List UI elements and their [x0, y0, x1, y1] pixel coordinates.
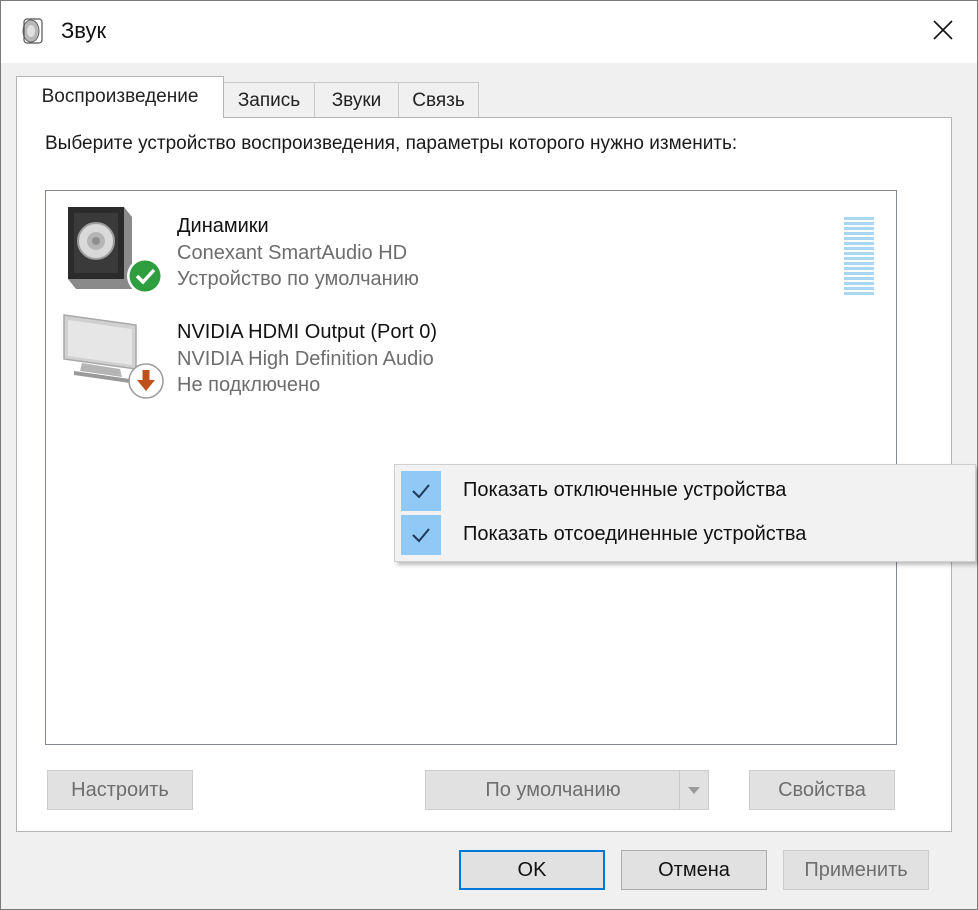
- properties-button[interactable]: Свойства: [749, 770, 895, 810]
- cancel-button[interactable]: Отмена: [621, 850, 767, 890]
- menu-item-label: Показать отключенные устройства: [463, 479, 787, 501]
- device-status: Устройство по умолчанию: [177, 268, 419, 290]
- tab-communications[interactable]: Связь: [398, 82, 479, 118]
- tab-recording[interactable]: Запись: [223, 82, 315, 118]
- instruction-text: Выберите устройство воспроизведения, пар…: [45, 133, 738, 154]
- device-driver: NVIDIA High Definition Audio: [177, 348, 434, 370]
- menu-item-show-disconnected[interactable]: Показать отсоединенные устройства: [395, 513, 975, 557]
- disconnected-arrow-badge-icon: [128, 363, 164, 399]
- close-button[interactable]: [909, 1, 977, 63]
- speaker-app-icon: [21, 17, 47, 45]
- window-title: Звук: [61, 18, 107, 43]
- device-item-hdmi[interactable]: NVIDIA HDMI Output (Port 0) NVIDIA High …: [46, 307, 896, 407]
- checkmark-icon: [401, 515, 441, 555]
- ok-button[interactable]: OK: [459, 850, 605, 890]
- tab-playback[interactable]: Воспроизведение: [16, 76, 224, 118]
- checkmark-icon: [401, 471, 441, 511]
- sound-dialog: Звук Воспроизведение Запись Звуки Связь …: [0, 0, 978, 910]
- set-default-label: По умолчанию: [485, 779, 621, 801]
- configure-button[interactable]: Настроить: [47, 770, 193, 810]
- device-driver: Conexant SmartAudio HD: [177, 242, 408, 264]
- device-name: Динамики: [177, 215, 269, 237]
- menu-item-label: Показать отсоединенные устройства: [463, 523, 807, 545]
- device-name: NVIDIA HDMI Output (Port 0): [177, 321, 438, 343]
- close-icon: [933, 19, 953, 45]
- set-default-split-button[interactable]: По умолчанию: [425, 770, 709, 810]
- device-item-speakers[interactable]: Динамики Conexant SmartAudio HD Устройст…: [46, 201, 896, 301]
- device-list-context-menu: Показать отключенные устройства Показать…: [394, 464, 976, 562]
- device-status: Не подключено: [177, 374, 321, 396]
- menu-item-show-disabled[interactable]: Показать отключенные устройства: [395, 469, 975, 513]
- dropdown-arrow-icon[interactable]: [679, 771, 708, 809]
- default-check-badge-icon: [126, 257, 164, 295]
- volume-level-meter: [844, 217, 874, 297]
- tab-sounds[interactable]: Звуки: [314, 82, 399, 118]
- apply-button[interactable]: Применить: [783, 850, 929, 890]
- title-bar: Звук: [1, 1, 977, 63]
